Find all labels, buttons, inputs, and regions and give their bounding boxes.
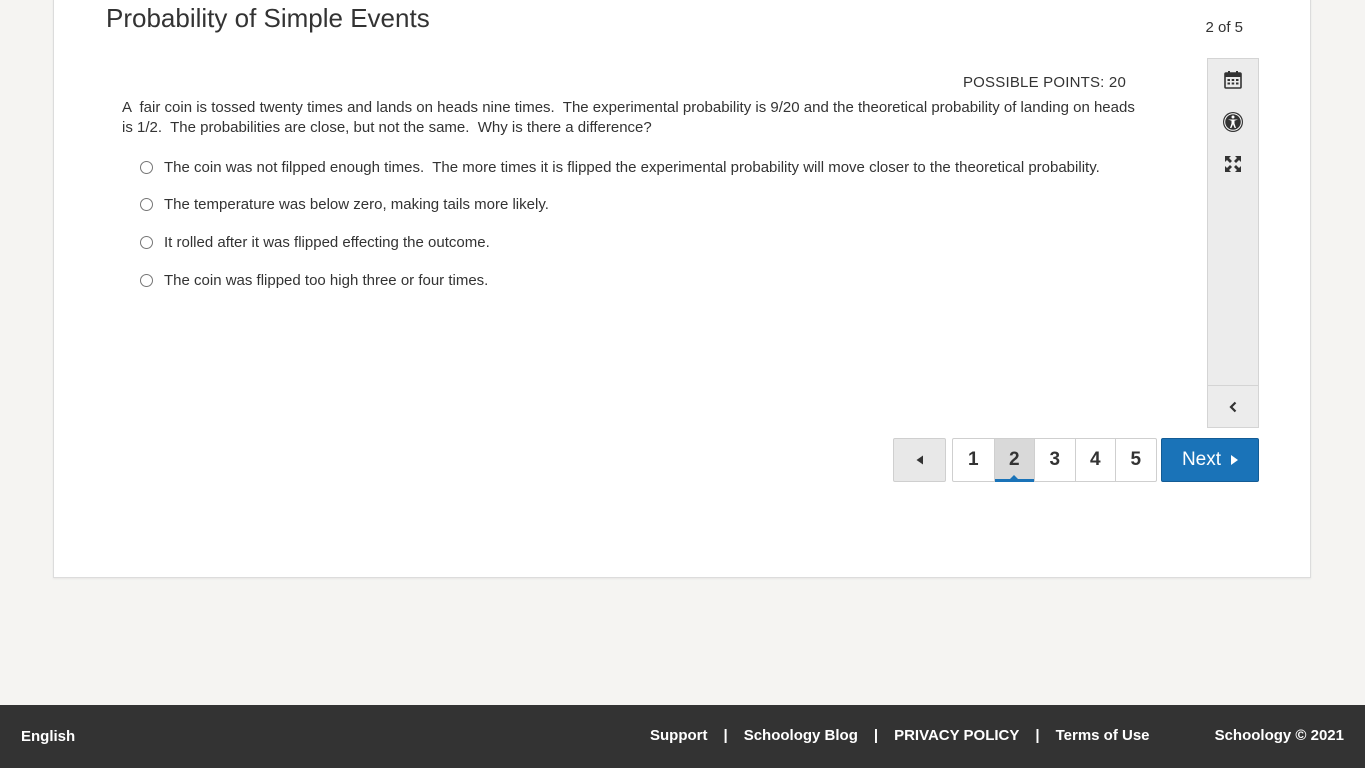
radio-button[interactable] <box>140 273 153 287</box>
question-progress: 2 of 5 <box>1205 19 1243 36</box>
triangle-left-icon <box>916 455 923 465</box>
possible-points: POSSIBLE POINTS: 20 <box>962 74 1126 91</box>
fullscreen-icon <box>1225 156 1241 172</box>
collapse-sidebar-button[interactable] <box>1208 385 1258 427</box>
accessibility-icon <box>1223 112 1243 132</box>
fullscreen-tool-button[interactable] <box>1208 146 1258 182</box>
previous-button[interactable] <box>893 438 946 482</box>
footer-separator: | <box>723 727 728 744</box>
answer-label: It rolled after it was flipped effecting… <box>164 233 490 251</box>
radio-button[interactable] <box>140 197 153 211</box>
accessibility-tool-button[interactable] <box>1208 104 1258 140</box>
page-title: Probability of Simple Events <box>106 3 430 33</box>
calendar-tool-button[interactable] <box>1208 62 1258 98</box>
site-footer: English Support | Schoology Blog | PRIVA… <box>0 705 1365 768</box>
language-selector[interactable]: English <box>21 728 75 745</box>
question-text: A fair coin is tossed twenty times and l… <box>122 99 1139 136</box>
page-button-5[interactable]: 5 <box>1115 439 1156 481</box>
answer-label: The coin was not filpped enough times. T… <box>164 158 1100 176</box>
answer-label: The coin was flipped too high three or f… <box>164 271 489 289</box>
answer-option-2[interactable]: The temperature was below zero, making t… <box>140 193 549 215</box>
page-button-1[interactable]: 1 <box>953 439 994 481</box>
answer-option-3[interactable]: It rolled after it was flipped effecting… <box>140 231 490 253</box>
next-button[interactable]: Next <box>1161 438 1259 482</box>
next-button-label: Next <box>1181 449 1222 470</box>
page-button-2[interactable]: 2 <box>993 439 1034 482</box>
footer-link-privacy[interactable]: PRIVACY POLICY <box>894 727 1019 744</box>
footer-link-support[interactable]: Support <box>650 727 708 744</box>
triangle-right-icon <box>1231 455 1239 465</box>
radio-button[interactable] <box>140 160 153 174</box>
answer-option-1[interactable]: The coin was not filpped enough times. T… <box>140 156 1100 178</box>
copyright-text: Schoology © 2021 <box>1214 727 1344 744</box>
answer-option-4[interactable]: The coin was flipped too high three or f… <box>140 269 488 291</box>
footer-separator: | <box>873 727 879 744</box>
page-button-3[interactable]: 3 <box>1034 439 1075 481</box>
tools-sidebar <box>1207 58 1259 428</box>
footer-links: Support | Schoology Blog | PRIVACY POLIC… <box>650 727 1150 744</box>
footer-link-terms[interactable]: Terms of Use <box>1056 727 1150 744</box>
page-button-4[interactable]: 4 <box>1074 439 1116 481</box>
radio-button[interactable] <box>140 235 153 249</box>
footer-separator: | <box>1035 727 1040 744</box>
answer-label: The temperature was below zero, making t… <box>164 195 549 213</box>
assessment-card: Probability of Simple Events 2 of 5 POSS… <box>53 0 1311 578</box>
page-number-list: 1 2 3 4 5 <box>952 438 1157 482</box>
chevron-left-icon <box>1229 401 1237 412</box>
footer-link-blog[interactable]: Schoology Blog <box>744 727 858 744</box>
calendar-icon <box>1224 71 1242 89</box>
